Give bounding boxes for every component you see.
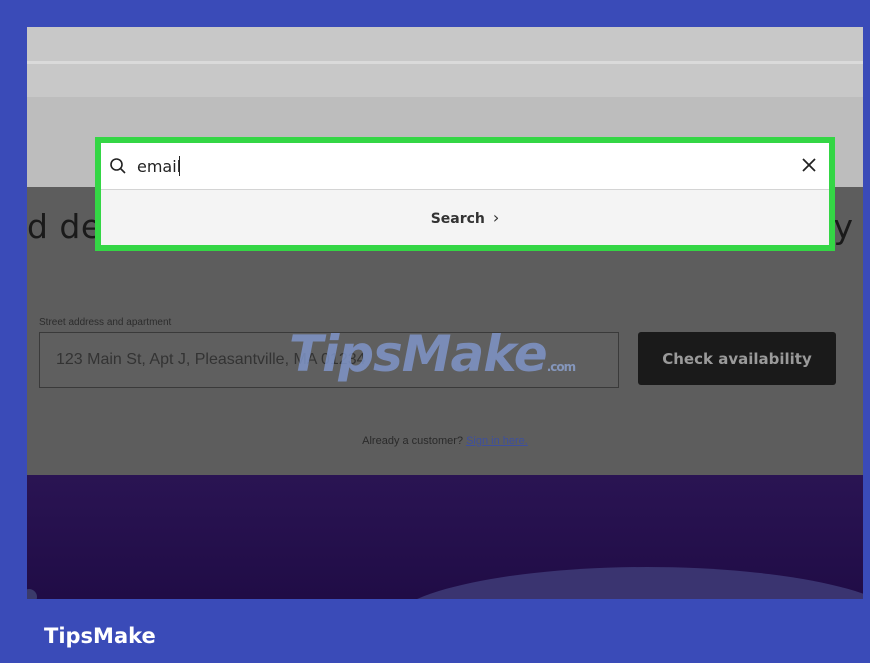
site-header [27, 27, 863, 100]
watermark-suffix: .com [546, 360, 576, 374]
sign-in-link[interactable]: Sign in here. [466, 435, 528, 447]
check-availability-button[interactable]: Check availability [638, 332, 836, 385]
browser-viewport: d deals on fast, reliable internet & mob… [27, 27, 863, 599]
search-overlay: Search › [95, 137, 835, 251]
watermark-text: TipsMake [289, 325, 548, 383]
search-button-label: Search [430, 211, 485, 227]
search-input[interactable] [137, 153, 737, 179]
address-label: Street address and apartment [39, 317, 172, 328]
text-caret [179, 156, 180, 176]
customer-signin-line: Already a customer? Sign in here. [27, 435, 863, 447]
search-submit-button[interactable]: Search › [101, 190, 829, 245]
search-icon [110, 158, 126, 174]
close-icon[interactable] [801, 157, 817, 173]
header-divider [27, 61, 863, 64]
chevron-right-icon: › [492, 208, 500, 227]
customer-prompt: Already a customer? [362, 435, 464, 447]
search-bar [101, 143, 829, 190]
brand-footer: TipsMake [44, 624, 156, 648]
watermark-logo: TipsMake.com [289, 325, 576, 389]
